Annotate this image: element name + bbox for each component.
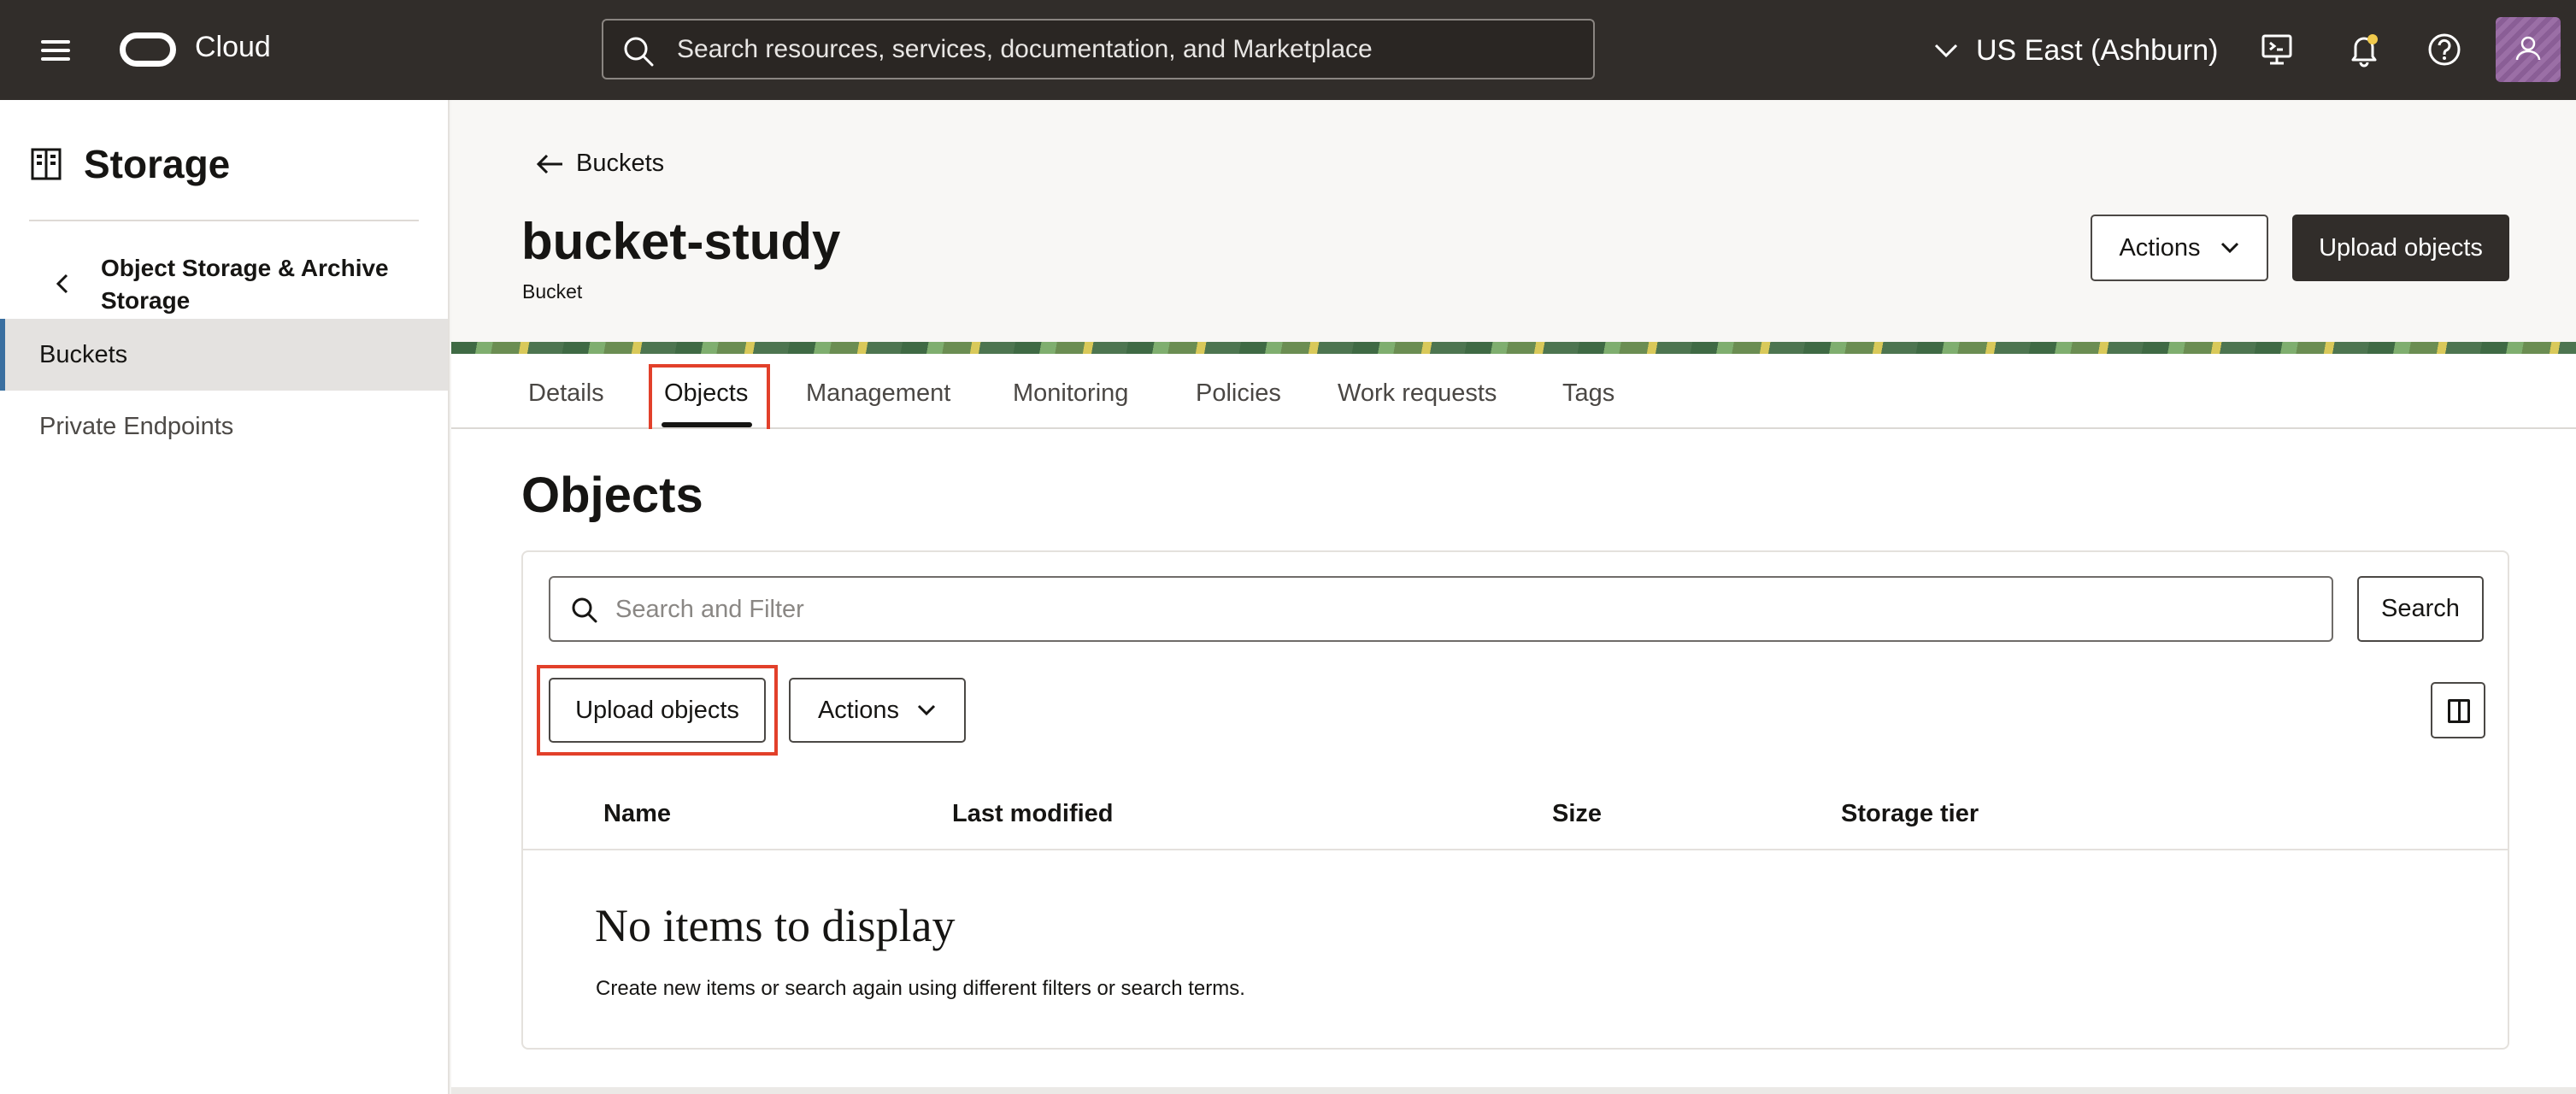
arrow-left-icon — [536, 154, 562, 174]
sidebar-divider — [29, 220, 419, 221]
search-filter[interactable] — [549, 576, 2333, 642]
header-upload-objects-button[interactable]: Upload objects — [2292, 215, 2509, 281]
region-selector[interactable]: US East (Ashburn) — [1933, 29, 2218, 72]
cloud-shell-icon[interactable] — [2258, 31, 2296, 68]
section-title: Objects — [521, 468, 703, 523]
help-icon[interactable] — [2426, 31, 2463, 68]
global-search[interactable] — [602, 19, 1595, 79]
header-actions-label: Actions — [2119, 233, 2201, 262]
objects-actions-label: Actions — [817, 696, 900, 724]
objects-actions-button[interactable]: Actions — [789, 678, 966, 743]
sidebar-item-private-endpoints[interactable]: Private Endpoints — [0, 391, 448, 462]
upload-button-highlight — [537, 665, 778, 756]
sidebar-item-buckets[interactable]: Buckets — [0, 319, 448, 391]
search-icon — [572, 597, 597, 623]
user-avatar[interactable] — [2496, 17, 2561, 82]
sidebar-header: Storage — [31, 141, 230, 187]
search-icon — [624, 37, 654, 67]
page-subtitle: Bucket — [522, 280, 583, 303]
search-button[interactable]: Search — [2357, 576, 2484, 642]
cloud-logo-icon[interactable] — [120, 32, 176, 67]
decorative-banner — [451, 342, 2576, 354]
column-header-storage-tier[interactable]: Storage tier — [1841, 800, 1979, 828]
tab-details[interactable]: Details — [528, 379, 604, 408]
search-filter-input[interactable] — [615, 593, 2308, 626]
empty-state-message: Create new items or search again using d… — [596, 977, 1245, 1000]
column-header-size[interactable]: Size — [1552, 800, 1602, 828]
tab-tags[interactable]: Tags — [1562, 379, 1614, 408]
global-search-input[interactable] — [677, 32, 1574, 67]
chevron-down-icon — [2220, 242, 2238, 254]
sidebar: Storage Object Storage & Archive Storage… — [0, 100, 450, 1094]
sidebar-title: Storage — [84, 142, 231, 186]
storage-icon — [31, 148, 62, 180]
column-view-toggle-button[interactable] — [2431, 682, 2485, 738]
sidebar-parent-link[interactable]: Object Storage & Archive Storage — [101, 252, 409, 317]
brand-name[interactable]: Cloud — [195, 31, 271, 64]
column-header-last-modified[interactable]: Last modified — [952, 800, 1114, 828]
top-navigation-bar: Cloud US East (Ashburn) — [0, 0, 2576, 100]
menu-icon[interactable] — [39, 34, 72, 67]
chevron-left-icon[interactable] — [55, 273, 70, 295]
bottom-divider — [451, 1087, 2576, 1094]
page-title: bucket-study — [521, 213, 841, 270]
tab-work-requests[interactable]: Work requests — [1338, 379, 1497, 408]
chevron-down-icon — [917, 704, 936, 716]
tab-management[interactable]: Management — [806, 379, 950, 408]
header-actions-button[interactable]: Actions — [2091, 215, 2268, 281]
column-header-name[interactable]: Name — [603, 800, 671, 828]
tab-policies[interactable]: Policies — [1196, 379, 1281, 408]
empty-state-title: No items to display — [595, 900, 956, 951]
back-to-buckets-link[interactable]: Buckets — [535, 150, 664, 178]
bell-icon[interactable] — [2345, 31, 2383, 68]
back-link-label: Buckets — [576, 150, 665, 177]
tab-monitoring[interactable]: Monitoring — [1013, 379, 1128, 408]
chevron-down-icon — [1934, 44, 1958, 58]
table-header-divider — [523, 849, 2508, 850]
user-icon — [2515, 36, 2541, 61]
region-label: US East (Ashburn) — [1976, 33, 2219, 67]
columns-icon — [2448, 699, 2470, 723]
